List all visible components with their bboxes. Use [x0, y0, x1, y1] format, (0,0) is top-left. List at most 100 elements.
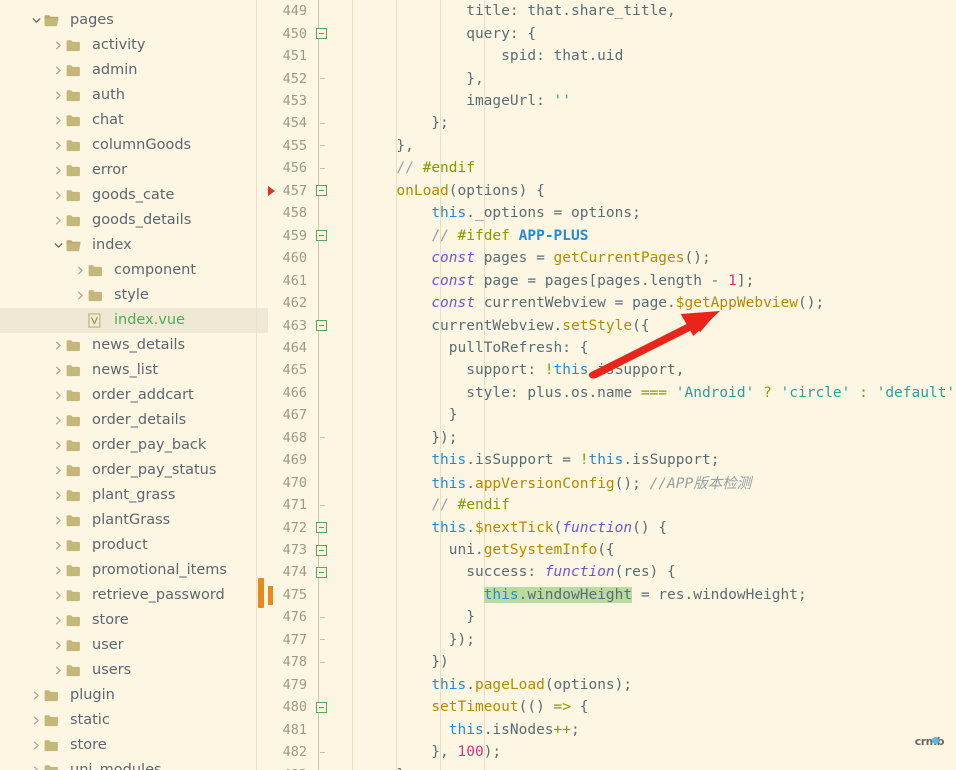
code-line[interactable]: 449 title: that.share_title, — [268, 0, 956, 22]
code-line[interactable]: 472 this.$nextTick(function() { — [268, 516, 956, 538]
chevron-right-icon[interactable] — [50, 408, 66, 433]
chevron-right-icon[interactable] — [50, 33, 66, 58]
code-line[interactable]: 456 // #endif — [268, 157, 956, 179]
tree-item-index[interactable]: index — [0, 233, 268, 258]
tree-item-static[interactable]: static — [0, 708, 268, 733]
code-line[interactable]: 481 this.isNodes++; — [268, 718, 956, 740]
fold-collapse-icon[interactable] — [312, 544, 330, 556]
code-line[interactable]: 474 success: function(res) { — [268, 561, 956, 583]
code-line[interactable]: 477 }); — [268, 629, 956, 651]
code-line[interactable]: 475 this.windowHeight = res.windowHeight… — [268, 584, 956, 606]
chevron-right-icon[interactable] — [50, 558, 66, 583]
chevron-right-icon[interactable] — [72, 258, 88, 283]
code-line[interactable]: 450 query: { — [268, 22, 956, 44]
code-line[interactable]: 468 }); — [268, 427, 956, 449]
tree-item-users[interactable]: users — [0, 658, 268, 683]
code-line[interactable]: 463 currentWebview.setStyle({ — [268, 314, 956, 336]
chevron-down-icon[interactable] — [50, 233, 66, 258]
tree-item-plant-grass[interactable]: plant_grass — [0, 483, 268, 508]
code-line[interactable]: 465 support: !this.isSupport, — [268, 359, 956, 381]
chevron-right-icon[interactable] — [72, 283, 88, 308]
tree-item-style[interactable]: style — [0, 283, 268, 308]
chevron-right-icon[interactable] — [28, 733, 44, 758]
chevron-down-icon[interactable] — [28, 8, 44, 33]
chevron-right-icon[interactable] — [50, 633, 66, 658]
code-line[interactable]: 470 this.appVersionConfig(); //APP版本检测 — [268, 471, 956, 493]
file-tree[interactable]: pages activity admin auth chat columnGoods err… — [0, 8, 268, 770]
chevron-right-icon[interactable] — [50, 83, 66, 108]
tree-item-goods-details[interactable]: goods_details — [0, 208, 268, 233]
tree-item-auth[interactable]: auth — [0, 83, 268, 108]
tree-item-columngoods[interactable]: columnGoods — [0, 133, 268, 158]
code-line[interactable]: 451 spid: that.uid — [268, 45, 956, 67]
chevron-right-icon[interactable] — [50, 108, 66, 133]
tree-item-news-list[interactable]: news_list — [0, 358, 268, 383]
fold-collapse-icon[interactable] — [312, 320, 330, 332]
code-line[interactable]: 482 }, 100); — [268, 741, 956, 763]
code-line[interactable]: 478 }) — [268, 651, 956, 673]
tree-item-plugin[interactable]: plugin — [0, 683, 268, 708]
tree-item-retrieve-password[interactable]: retrieve_password — [0, 583, 268, 608]
tree-item-component[interactable]: component — [0, 258, 268, 283]
tree-item-order-addcart[interactable]: order_addcart — [0, 383, 268, 408]
tree-item-order-pay-back[interactable]: order_pay_back — [0, 433, 268, 458]
chevron-right-icon[interactable] — [28, 708, 44, 733]
fold-collapse-icon[interactable] — [312, 701, 330, 713]
chevron-right-icon[interactable] — [50, 158, 66, 183]
fold-collapse-icon[interactable] — [312, 185, 330, 197]
code-line[interactable]: 461 const page = pages[pages.length - 1]… — [268, 269, 956, 291]
code-line[interactable]: 460 const pages = getCurrentPages(); — [268, 247, 956, 269]
code-line[interactable]: 466 style: plus.os.name === 'Android' ? … — [268, 382, 956, 404]
tree-item-order-details[interactable]: order_details — [0, 408, 268, 433]
tree-item-error[interactable]: error — [0, 158, 268, 183]
chevron-right-icon[interactable] — [50, 483, 66, 508]
chevron-right-icon[interactable] — [50, 608, 66, 633]
tree-item-goods-cate[interactable]: goods_cate — [0, 183, 268, 208]
chevron-right-icon[interactable] — [28, 758, 44, 770]
fold-collapse-icon[interactable] — [312, 522, 330, 534]
code-line[interactable]: 454 }; — [268, 112, 956, 134]
tree-item-plantgrass[interactable]: plantGrass — [0, 508, 268, 533]
chevron-right-icon[interactable] — [50, 133, 66, 158]
code-line[interactable]: 464 pullToRefresh: { — [268, 337, 956, 359]
tree-item-index-vue[interactable]: index.vue — [0, 308, 268, 333]
chevron-right-icon[interactable] — [50, 533, 66, 558]
code-line[interactable]: 462 const currentWebview = page.$getAppW… — [268, 292, 956, 314]
chevron-right-icon[interactable] — [28, 683, 44, 708]
tree-item-pages[interactable]: pages — [0, 8, 268, 33]
code-line[interactable]: 483 }, — [268, 763, 956, 770]
code-line[interactable]: 469 this.isSupport = !this.isSupport; — [268, 449, 956, 471]
tree-item-news-details[interactable]: news_details — [0, 333, 268, 358]
chevron-right-icon[interactable] — [50, 658, 66, 683]
code-line[interactable]: 471 // #endif — [268, 494, 956, 516]
chevron-right-icon[interactable] — [50, 358, 66, 383]
chevron-right-icon[interactable] — [50, 208, 66, 233]
code-editor-pane[interactable]: 449 title: that.share_title, 450 query: {… — [268, 0, 956, 770]
chevron-right-icon[interactable] — [50, 433, 66, 458]
chevron-right-icon[interactable] — [50, 183, 66, 208]
chevron-right-icon[interactable] — [50, 583, 66, 608]
code-line[interactable]: 467 } — [268, 404, 956, 426]
chevron-right-icon[interactable] — [50, 58, 66, 83]
tree-item-store[interactable]: store — [0, 608, 268, 633]
code-line[interactable]: 455 }, — [268, 135, 956, 157]
tree-item-promotional-items[interactable]: promotional_items — [0, 558, 268, 583]
chevron-right-icon[interactable] — [50, 458, 66, 483]
fold-collapse-icon[interactable] — [312, 566, 330, 578]
code-line[interactable]: 476 } — [268, 606, 956, 628]
code-line[interactable]: 458 this._options = options; — [268, 202, 956, 224]
tree-item-user[interactable]: user — [0, 633, 268, 658]
code-line[interactable]: 452 }, — [268, 67, 956, 89]
tree-item-store[interactable]: store — [0, 733, 268, 758]
code-line[interactable]: 457 onLoad(options) { — [268, 180, 956, 202]
tree-item-product[interactable]: product — [0, 533, 268, 558]
tree-item-chat[interactable]: chat — [0, 108, 268, 133]
code-line[interactable]: 479 this.pageLoad(options); — [268, 674, 956, 696]
code-line[interactable]: 473 uni.getSystemInfo({ — [268, 539, 956, 561]
chevron-right-icon[interactable] — [50, 333, 66, 358]
tree-item-admin[interactable]: admin — [0, 58, 268, 83]
tree-item-uni-modules[interactable]: uni_modules — [0, 758, 268, 770]
chevron-right-icon[interactable] — [50, 383, 66, 408]
code-line[interactable]: 453 imageUrl: '' — [268, 90, 956, 112]
code-line[interactable]: 459 // #ifdef APP-PLUS — [268, 225, 956, 247]
